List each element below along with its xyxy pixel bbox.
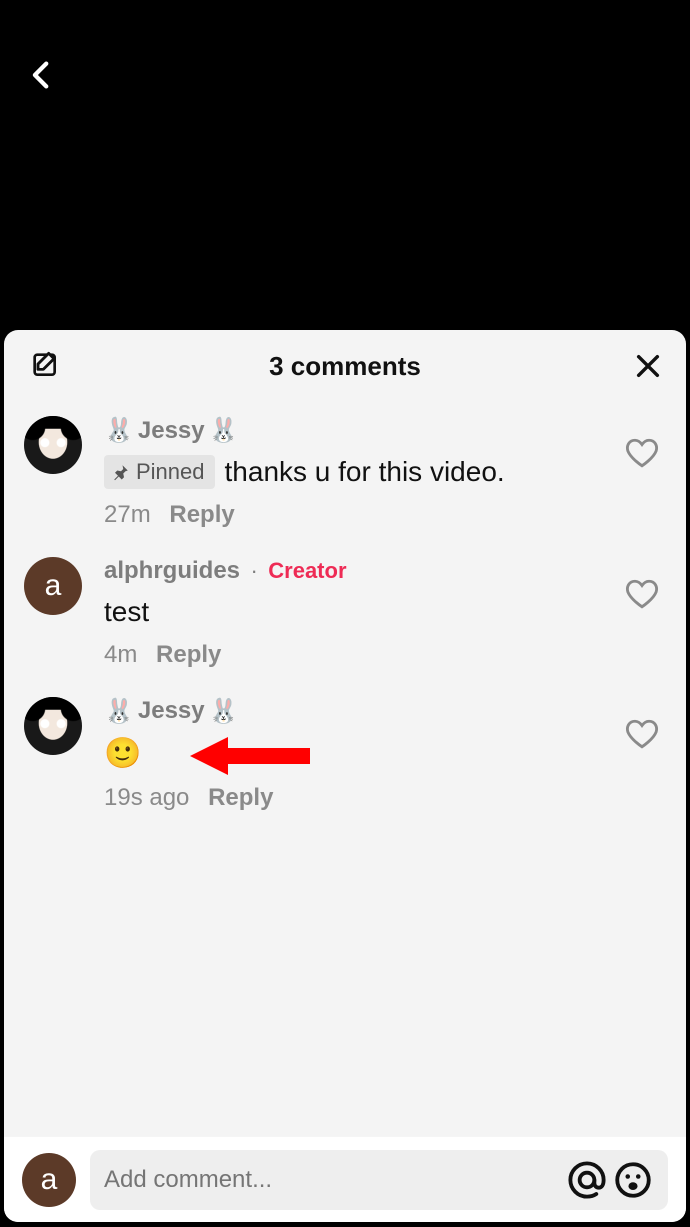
sheet-title: 3 comments (269, 351, 421, 382)
comment-text: test (104, 593, 149, 631)
like-button[interactable] (618, 416, 666, 470)
username[interactable]: alphrguides (104, 557, 240, 585)
bunny-emoji: 🐰 (209, 416, 239, 445)
reply-button[interactable]: Reply (208, 784, 273, 811)
comment-input-field[interactable] (104, 1166, 566, 1194)
bunny-emoji: 🐰 (104, 697, 134, 726)
pinned-badge: Pinned (104, 455, 215, 489)
comment-input[interactable] (90, 1150, 668, 1210)
avatar[interactable]: a (24, 557, 82, 615)
sheet-header: 3 comments (4, 330, 686, 402)
avatar[interactable] (24, 416, 82, 474)
like-button[interactable] (618, 557, 666, 611)
timestamp: 4m (104, 641, 137, 668)
emoji-icon[interactable] (612, 1159, 654, 1201)
comments-sheet: 3 comments 🐰Jessy🐰 Pinned (4, 330, 686, 1222)
heart-icon (625, 717, 659, 751)
reply-button[interactable]: Reply (156, 641, 221, 668)
pin-icon (112, 463, 130, 481)
mention-icon[interactable] (566, 1159, 608, 1201)
timestamp: 27m (104, 501, 151, 528)
comment-row: 🐰Jessy🐰 Pinned thanks u for this video. … (20, 408, 670, 549)
close-icon[interactable] (632, 350, 664, 382)
comment-text: thanks u for this video. (225, 453, 505, 491)
comments-list: 🐰Jessy🐰 Pinned thanks u for this video. … (4, 402, 686, 1136)
bunny-emoji: 🐰 (209, 697, 239, 726)
heart-icon (625, 577, 659, 611)
creator-badge: Creator (268, 558, 346, 583)
reply-button[interactable]: Reply (169, 501, 234, 528)
heart-icon (625, 436, 659, 470)
username[interactable]: 🐰Jessy🐰 (104, 416, 239, 445)
username[interactable]: 🐰Jessy🐰 (104, 697, 239, 726)
edit-icon[interactable] (30, 350, 62, 382)
comment-row: 🐰Jessy🐰 🙂 19s ago Reply (20, 689, 670, 833)
bunny-emoji: 🐰 (104, 416, 134, 445)
comment-input-bar: a (4, 1136, 686, 1222)
comment-text: 🙂 (104, 734, 141, 775)
avatar[interactable] (24, 697, 82, 755)
timestamp: 19s ago (104, 784, 189, 811)
comment-row: a alphrguides · Creator test 4m Reply (20, 549, 670, 689)
back-button[interactable] (22, 55, 62, 95)
like-button[interactable] (618, 697, 666, 751)
my-avatar[interactable]: a (22, 1153, 76, 1207)
